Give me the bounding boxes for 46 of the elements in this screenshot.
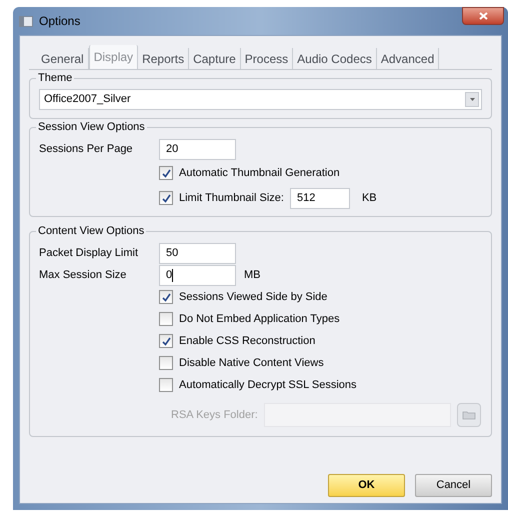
close-button[interactable] [462,7,504,25]
checkbox-label[interactable]: Automatically Decrypt SSL Sessions [179,376,356,394]
field-label: Sessions Per Page [39,142,134,157]
checkbox-label[interactable]: Automatic Thumbnail Generation [179,164,340,182]
tab[interactable]: Audio Codecs [293,48,377,69]
tab[interactable]: Capture [189,48,241,69]
unit-label: KB [362,190,377,206]
checkbox[interactable] [159,191,173,205]
text-cursor [172,268,174,282]
group-title: Content View Options [36,224,146,238]
checkbox[interactable] [159,166,173,180]
input-field[interactable]: 0 [159,264,236,286]
theme-dropdown[interactable]: Office2007_Silver [39,89,482,110]
folder-icon [462,410,476,420]
close-icon [478,12,488,20]
cancel-button[interactable]: Cancel [415,474,492,497]
window-title: Options [39,13,80,30]
checkbox[interactable] [159,312,173,326]
check-icon [162,194,170,202]
checkbox-label[interactable]: Sessions Viewed Side by Side [179,288,328,306]
ok-button[interactable]: OK [328,474,405,497]
checkbox-label[interactable]: Limit Thumbnail Size: [179,190,284,206]
checkbox[interactable] [159,378,173,392]
checkbox-label[interactable]: Do Not Embed Application Types [179,310,340,328]
input-field[interactable]: 50 [159,242,236,264]
field-label: RSA Keys Folder: [171,408,258,423]
caret-icon [470,98,474,101]
input-field[interactable]: 20 [159,138,236,160]
checkbox-label[interactable]: Disable Native Content Views [179,354,324,372]
field-label: Packet Display Limit [39,246,140,261]
tab[interactable]: Process [240,48,294,69]
check-icon [162,336,170,346]
checkbox[interactable] [159,356,173,370]
tab[interactable]: Advanced [376,48,440,69]
checkbox-label[interactable]: Enable CSS Reconstruction [179,332,316,350]
dropdown-arrow-button[interactable] [465,92,479,107]
unit-label: MB [244,268,260,283]
app-icon [19,16,33,26]
input-field[interactable]: 512 [290,188,350,208]
group-title: Session View Options [36,120,147,134]
tab[interactable]: Reports [138,48,190,69]
checkbox[interactable] [159,334,173,348]
check-icon [162,292,170,302]
check-icon [162,168,170,178]
field-label: Max Session Size [39,268,128,283]
checkbox[interactable] [159,290,173,304]
